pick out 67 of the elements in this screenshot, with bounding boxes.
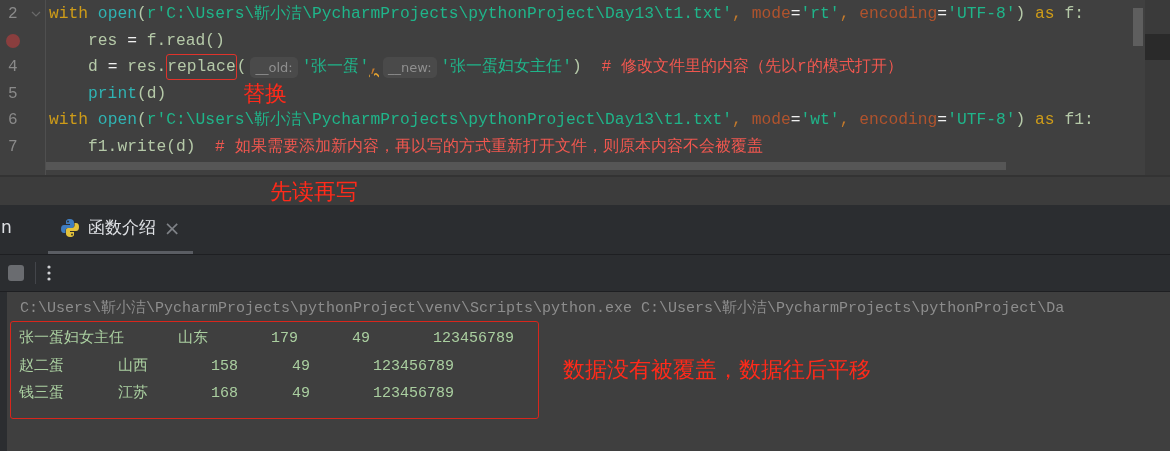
code-token: open — [96, 3, 137, 26]
code-token: mode — [751, 3, 791, 26]
line-number: 4 — [8, 57, 18, 79]
code-token: mode — [751, 109, 791, 132]
console-output-line: 钱三蛋 江苏 168 49 123456789 — [19, 383, 456, 404]
code-token: r'C:\Users\靳小洁\PycharmProjects\pythonProject\Day13\t1.txt' — [146, 109, 733, 132]
code-token: d — [88, 56, 99, 79]
code-comment: # 如果需要添加新内容，再以写的方式重新打开文件，则原本内容不会被覆盖 — [215, 135, 763, 158]
more-icon — [46, 263, 52, 283]
code-comment: # 修改文件里的内容（先以r的模式打开） — [601, 56, 903, 79]
code-token: , — [732, 109, 743, 132]
code-token: , — [839, 109, 851, 132]
vertical-scrollbar[interactable] — [1133, 8, 1143, 46]
code-token: encoding — [859, 109, 938, 132]
stop-icon — [7, 264, 25, 282]
code-token: = — [790, 3, 801, 26]
code-token: f1: — [1063, 109, 1094, 132]
code-token: 'UTF-8' — [947, 3, 1016, 26]
code-token: ) — [572, 56, 583, 79]
code-token: ) — [1015, 3, 1027, 26]
annotation-text: 先读再写 — [270, 177, 358, 206]
code-token: open — [96, 109, 137, 132]
code-token: with — [49, 3, 89, 26]
annotation-text: 替换 — [243, 80, 288, 109]
close-icon[interactable]: × — [163, 213, 181, 243]
line-number: 2 — [8, 4, 18, 26]
code-token: 'wt' — [800, 109, 840, 132]
code-token: encoding — [859, 3, 938, 26]
breakpoint-icon[interactable] — [6, 33, 20, 48]
console-output-line: 赵二蛋 山西 158 49 123456789 — [19, 356, 456, 377]
console-output-line: 张一蛋妇女主任 山东 179 49 123456789 — [19, 328, 515, 349]
code-token: print — [88, 82, 137, 105]
console-command: C:\Users\靳小洁\PycharmProjects\pythonProject\venv\Scripts\python.exe C:\Users\靳小洁\PycharmProjects\pythonProject\Da — [20, 298, 1066, 319]
code-token: ( — [136, 109, 147, 132]
code-token: = — [107, 56, 118, 79]
code-token: '张一蛋' — [301, 56, 370, 79]
code-token: , — [369, 56, 379, 79]
line-number: 5 — [8, 83, 18, 105]
code-token: with — [49, 109, 89, 132]
code-token: res — [88, 29, 119, 52]
code-token: as — [1035, 3, 1055, 26]
parameter-hint: __new: — [383, 56, 437, 78]
code-token: = — [790, 109, 801, 132]
code-token: ( — [136, 3, 147, 26]
code-token: = — [937, 109, 948, 132]
code-token: = — [937, 3, 948, 26]
code-token: 'rt' — [800, 3, 840, 26]
code-token: ( — [236, 56, 247, 79]
code-token: res. — [126, 56, 167, 79]
code-token: = — [127, 29, 137, 52]
annotation-text: 数据没有被覆盖，数据往后平移 — [563, 356, 872, 385]
code-token: r'C:\Users\靳小洁\PycharmProjects\pythonProject\Day13\t1.txt' — [146, 3, 733, 26]
code-token: replace — [166, 54, 237, 81]
code-token: '张一蛋妇女主任' — [440, 56, 573, 79]
line-number: 6 — [8, 110, 18, 132]
tab[interactable]: n — [0, 205, 48, 254]
code-token: , — [732, 3, 743, 26]
code-token: , — [839, 3, 851, 26]
code-token: 'UTF-8' — [947, 109, 1016, 132]
code-token: f.read() — [145, 29, 225, 52]
code-token: f: — [1063, 3, 1084, 26]
code-token: as — [1035, 109, 1055, 132]
code-token: ) — [1015, 109, 1027, 132]
parameter-hint: __old: — [250, 56, 298, 78]
code-token: (d) — [136, 82, 167, 105]
line-number: 7 — [8, 136, 18, 158]
code-token: f1.write(d) — [88, 135, 197, 158]
